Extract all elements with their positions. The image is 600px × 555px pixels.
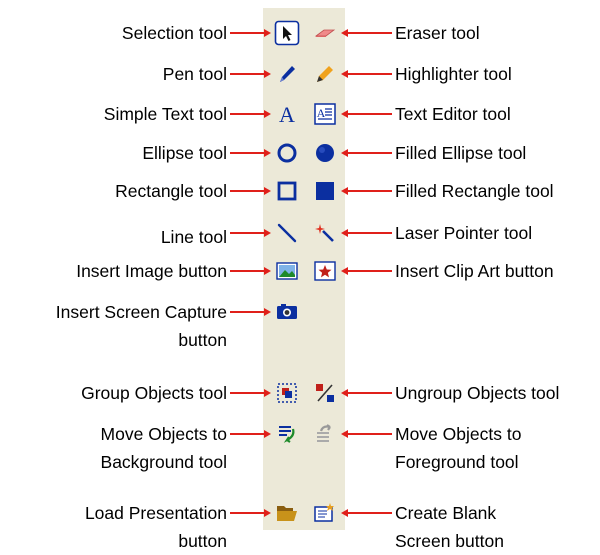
text-editor-icon[interactable]: A — [312, 101, 338, 127]
filled-ellipse-icon[interactable] — [312, 140, 338, 166]
label-group-objects: Group Objects tool — [81, 379, 227, 407]
laser-pointer-icon[interactable] — [312, 220, 338, 246]
toolbar-diagram: Selection tool Eraser tool Pen tool Highlig… — [0, 0, 600, 551]
ellipse-icon[interactable] — [274, 140, 300, 166]
label-ellipse: Ellipse tool — [142, 139, 227, 167]
label-line: Filled Ellipse tool — [395, 143, 527, 163]
label-filled-ellipse: Filled Ellipse tool — [395, 139, 526, 167]
label-ungroup-objects: Ungroup Objects tool — [395, 379, 559, 407]
label-line: Insert Image button — [76, 261, 227, 281]
svg-text:A: A — [317, 106, 326, 120]
label-rectangle: Rectangle tool — [115, 177, 227, 205]
camera-icon[interactable] — [274, 299, 300, 325]
label-move-to-background: Move Objects to Background tool — [101, 420, 227, 476]
label-line: Rectangle tool — [115, 181, 227, 201]
label-line: Insert Screen Capture — [55, 302, 227, 322]
label-line: Insert Clip Art button — [395, 261, 554, 281]
rectangle-icon[interactable] — [274, 178, 300, 204]
label-line: Line tool — [161, 223, 227, 251]
label-laser-pointer: Laser Pointer tool — [395, 219, 532, 247]
group-objects-icon[interactable] — [274, 380, 300, 406]
move-foreground-icon[interactable] — [312, 421, 338, 447]
label-filled-rectangle: Filled Rectangle tool — [395, 177, 554, 205]
insert-image-icon[interactable] — [274, 258, 300, 284]
pen-icon[interactable] — [274, 61, 300, 87]
eraser-icon[interactable] — [312, 20, 338, 46]
label-line: Background tool — [100, 452, 227, 472]
label-move-to-foreground: Move Objects to Foreground tool — [395, 420, 521, 476]
filled-rectangle-icon[interactable] — [312, 178, 338, 204]
label-insert-screen-capture: Insert Screen Capture button — [56, 298, 227, 354]
label-eraser: Eraser tool — [395, 19, 480, 47]
label-simple-text: Simple Text tool — [104, 100, 227, 128]
label-line: Create Blank — [395, 503, 497, 523]
label-pen: Pen tool — [163, 60, 227, 88]
label-line: Ellipse tool — [142, 143, 227, 163]
label-line: Eraser tool — [395, 23, 480, 43]
label-selection: Selection tool — [122, 19, 227, 47]
folder-open-icon[interactable] — [274, 500, 300, 526]
letter-a-icon[interactable]: A — [274, 101, 300, 127]
blank-screen-icon[interactable] — [312, 500, 338, 526]
label-line: Move Objects to — [100, 424, 227, 444]
label-insert-clip-art: Insert Clip Art button — [395, 257, 554, 285]
label-line: Load Presentation — [84, 503, 227, 523]
label-highlighter: Highlighter tool — [395, 60, 512, 88]
label-line: Ungroup Objects tool — [395, 383, 560, 403]
label-line: Selection tool — [121, 23, 227, 43]
line-icon[interactable] — [274, 220, 300, 246]
label-line: Laser Pointer tool — [395, 223, 533, 243]
label-line: button — [178, 330, 227, 350]
selection-arrow-icon[interactable] — [274, 20, 300, 46]
label-text-editor: Text Editor tool — [395, 100, 511, 128]
label-line: Foreground tool — [395, 452, 519, 472]
label-insert-image: Insert Image button — [76, 257, 227, 285]
label-line: Highlighter tool — [395, 64, 512, 84]
label-line: Line tool — [160, 227, 227, 247]
label-line: Screen button — [395, 531, 504, 551]
label-line: Move Objects to — [395, 424, 522, 444]
move-background-icon[interactable] — [274, 421, 300, 447]
label-line: Simple Text tool — [103, 104, 227, 124]
label-line: Filled Rectangle tool — [395, 181, 554, 201]
label-line: Pen tool — [162, 64, 227, 84]
ungroup-objects-icon[interactable] — [312, 380, 338, 406]
svg-text:A: A — [279, 102, 295, 126]
clip-art-icon[interactable] — [312, 258, 338, 284]
label-line: button — [178, 531, 227, 551]
highlighter-icon[interactable] — [312, 61, 338, 87]
label-line: Text Editor tool — [395, 104, 511, 124]
label-line: Group Objects tool — [81, 383, 227, 403]
